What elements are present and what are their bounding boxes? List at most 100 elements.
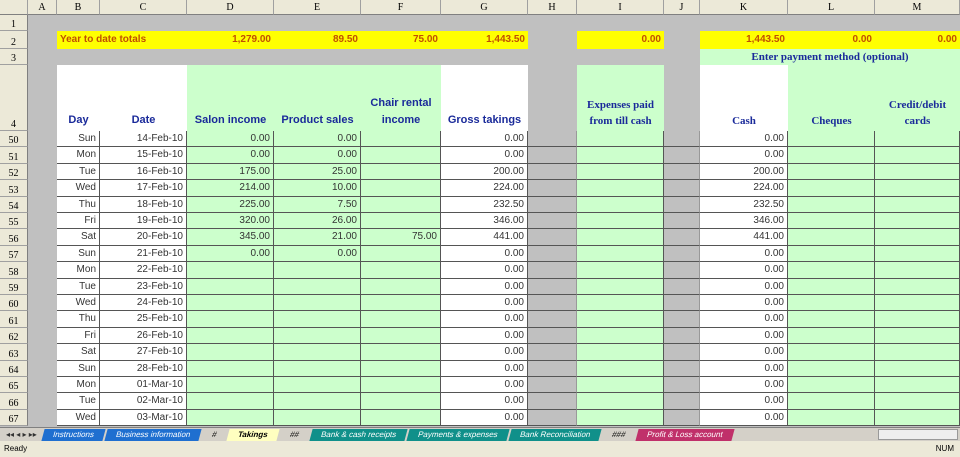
cell-cheques[interactable] xyxy=(788,278,875,295)
cell-day[interactable]: Sun xyxy=(57,131,100,148)
row-header-58[interactable]: 58 xyxy=(0,262,28,279)
cell-expenses[interactable] xyxy=(577,262,664,279)
cell-expenses[interactable] xyxy=(577,131,664,148)
cell-cheques[interactable] xyxy=(788,409,875,427)
cell-chair[interactable] xyxy=(361,196,441,213)
cell-cheques[interactable] xyxy=(788,360,875,377)
cell-salon[interactable]: 0.00 xyxy=(187,245,274,263)
cell-salon[interactable] xyxy=(187,278,274,295)
cell-gap-j[interactable] xyxy=(664,245,700,263)
row-header-60[interactable]: 60 xyxy=(0,295,28,312)
cell-gross[interactable]: 346.00 xyxy=(441,213,528,230)
cell-expenses[interactable] xyxy=(577,377,664,394)
cell-day[interactable]: Thu xyxy=(57,196,100,213)
cell-chair[interactable] xyxy=(361,311,441,328)
cell-date[interactable]: 02-Mar-10 xyxy=(100,393,187,410)
cell-day[interactable]: Sat xyxy=(57,229,100,246)
cell-gap-j[interactable] xyxy=(664,360,700,377)
row-header-64[interactable]: 64 xyxy=(0,360,28,377)
cell-gross[interactable]: 441.00 xyxy=(441,229,528,246)
cell-salon[interactable] xyxy=(187,360,274,377)
cell-gap-h[interactable] xyxy=(528,180,577,197)
cell-cash[interactable]: 0.00 xyxy=(700,344,788,361)
cell-cash[interactable]: 346.00 xyxy=(700,213,788,230)
cell-cheques[interactable] xyxy=(788,163,875,181)
cell-day[interactable]: Sun xyxy=(57,360,100,377)
cell-product[interactable]: 26.00 xyxy=(274,213,361,230)
cell-date[interactable]: 26-Feb-10 xyxy=(100,327,187,345)
cell-chair[interactable] xyxy=(361,213,441,230)
cell-salon[interactable] xyxy=(187,311,274,328)
cell-expenses[interactable] xyxy=(577,295,664,312)
cell-cheques[interactable] xyxy=(788,295,875,312)
row-header-53[interactable]: 53 xyxy=(0,180,28,197)
column-header-L[interactable]: L xyxy=(788,0,875,15)
cell-gross[interactable]: 224.00 xyxy=(441,180,528,197)
cell-cards[interactable] xyxy=(875,393,960,410)
cell-product[interactable]: 0.00 xyxy=(274,147,361,164)
column-header-D[interactable]: D xyxy=(187,0,274,15)
cell-date[interactable]: 28-Feb-10 xyxy=(100,360,187,377)
cell-gap-j[interactable] xyxy=(664,327,700,345)
cell-product[interactable]: 0.00 xyxy=(274,245,361,263)
column-header-K[interactable]: K xyxy=(700,0,788,15)
cell-cheques[interactable] xyxy=(788,327,875,345)
cell-expenses[interactable] xyxy=(577,278,664,295)
row-header-50[interactable]: 50 xyxy=(0,131,28,148)
column-header-I[interactable]: I xyxy=(577,0,664,15)
cell-cheques[interactable] xyxy=(788,196,875,213)
cell-gross[interactable]: 0.00 xyxy=(441,344,528,361)
cell-cards[interactable] xyxy=(875,360,960,377)
cell-cards[interactable] xyxy=(875,229,960,246)
cell-gap-h[interactable] xyxy=(528,131,577,148)
row-header-57[interactable]: 57 xyxy=(0,245,28,263)
cell-date[interactable]: 27-Feb-10 xyxy=(100,344,187,361)
cell-gap-j[interactable] xyxy=(664,262,700,279)
cell-cards[interactable] xyxy=(875,163,960,181)
row-header-56[interactable]: 56 xyxy=(0,229,28,246)
cell-salon[interactable]: 225.00 xyxy=(187,196,274,213)
cell-day[interactable]: Wed xyxy=(57,295,100,312)
cell-day[interactable]: Fri xyxy=(57,327,100,345)
cell-gap-j[interactable] xyxy=(664,196,700,213)
cell-gap-h[interactable] xyxy=(528,229,577,246)
cell-cash[interactable]: 0.00 xyxy=(700,311,788,328)
cell-day[interactable]: Mon xyxy=(57,262,100,279)
cell-chair[interactable] xyxy=(361,393,441,410)
cell-gap-h[interactable] xyxy=(528,311,577,328)
cell-cheques[interactable] xyxy=(788,213,875,230)
row-header-62[interactable]: 62 xyxy=(0,327,28,345)
cell-cards[interactable] xyxy=(875,131,960,148)
cell-cash[interactable]: 441.00 xyxy=(700,229,788,246)
cell-date[interactable]: 25-Feb-10 xyxy=(100,311,187,328)
cell-cheques[interactable] xyxy=(788,180,875,197)
cell-gap-h[interactable] xyxy=(528,360,577,377)
column-header-M[interactable]: M xyxy=(875,0,960,15)
cell-salon[interactable] xyxy=(187,344,274,361)
cell-cards[interactable] xyxy=(875,295,960,312)
column-header-H[interactable]: H xyxy=(528,0,577,15)
row-header-59[interactable]: 59 xyxy=(0,278,28,295)
sheet-tab-bank-reconciliation[interactable]: Bank Reconciliation xyxy=(508,428,602,441)
sheet-tab-bank-cash-receipts[interactable]: Bank & cash receipts xyxy=(309,428,408,441)
cell-gap-h[interactable] xyxy=(528,196,577,213)
row-header-65[interactable]: 65 xyxy=(0,377,28,394)
cell-product[interactable]: 21.00 xyxy=(274,229,361,246)
row-header-1[interactable]: 1 xyxy=(0,15,28,31)
cell-cash[interactable]: 224.00 xyxy=(700,180,788,197)
cell-date[interactable]: 20-Feb-10 xyxy=(100,229,187,246)
cell-cards[interactable] xyxy=(875,196,960,213)
cell-product[interactable] xyxy=(274,409,361,427)
horizontal-scrollbar[interactable] xyxy=(878,429,958,440)
cell-product[interactable] xyxy=(274,360,361,377)
cell-cash[interactable]: 0.00 xyxy=(700,360,788,377)
cell-cards[interactable] xyxy=(875,245,960,263)
cell-product[interactable] xyxy=(274,262,361,279)
sheet-tab--[interactable]: # xyxy=(200,428,228,441)
cell-cash[interactable]: 0.00 xyxy=(700,147,788,164)
cell-gap-h[interactable] xyxy=(528,147,577,164)
cell-cash[interactable]: 0.00 xyxy=(700,377,788,394)
column-header-A[interactable]: A xyxy=(28,0,57,15)
cell-chair[interactable] xyxy=(361,262,441,279)
cell-day[interactable]: Tue xyxy=(57,393,100,410)
